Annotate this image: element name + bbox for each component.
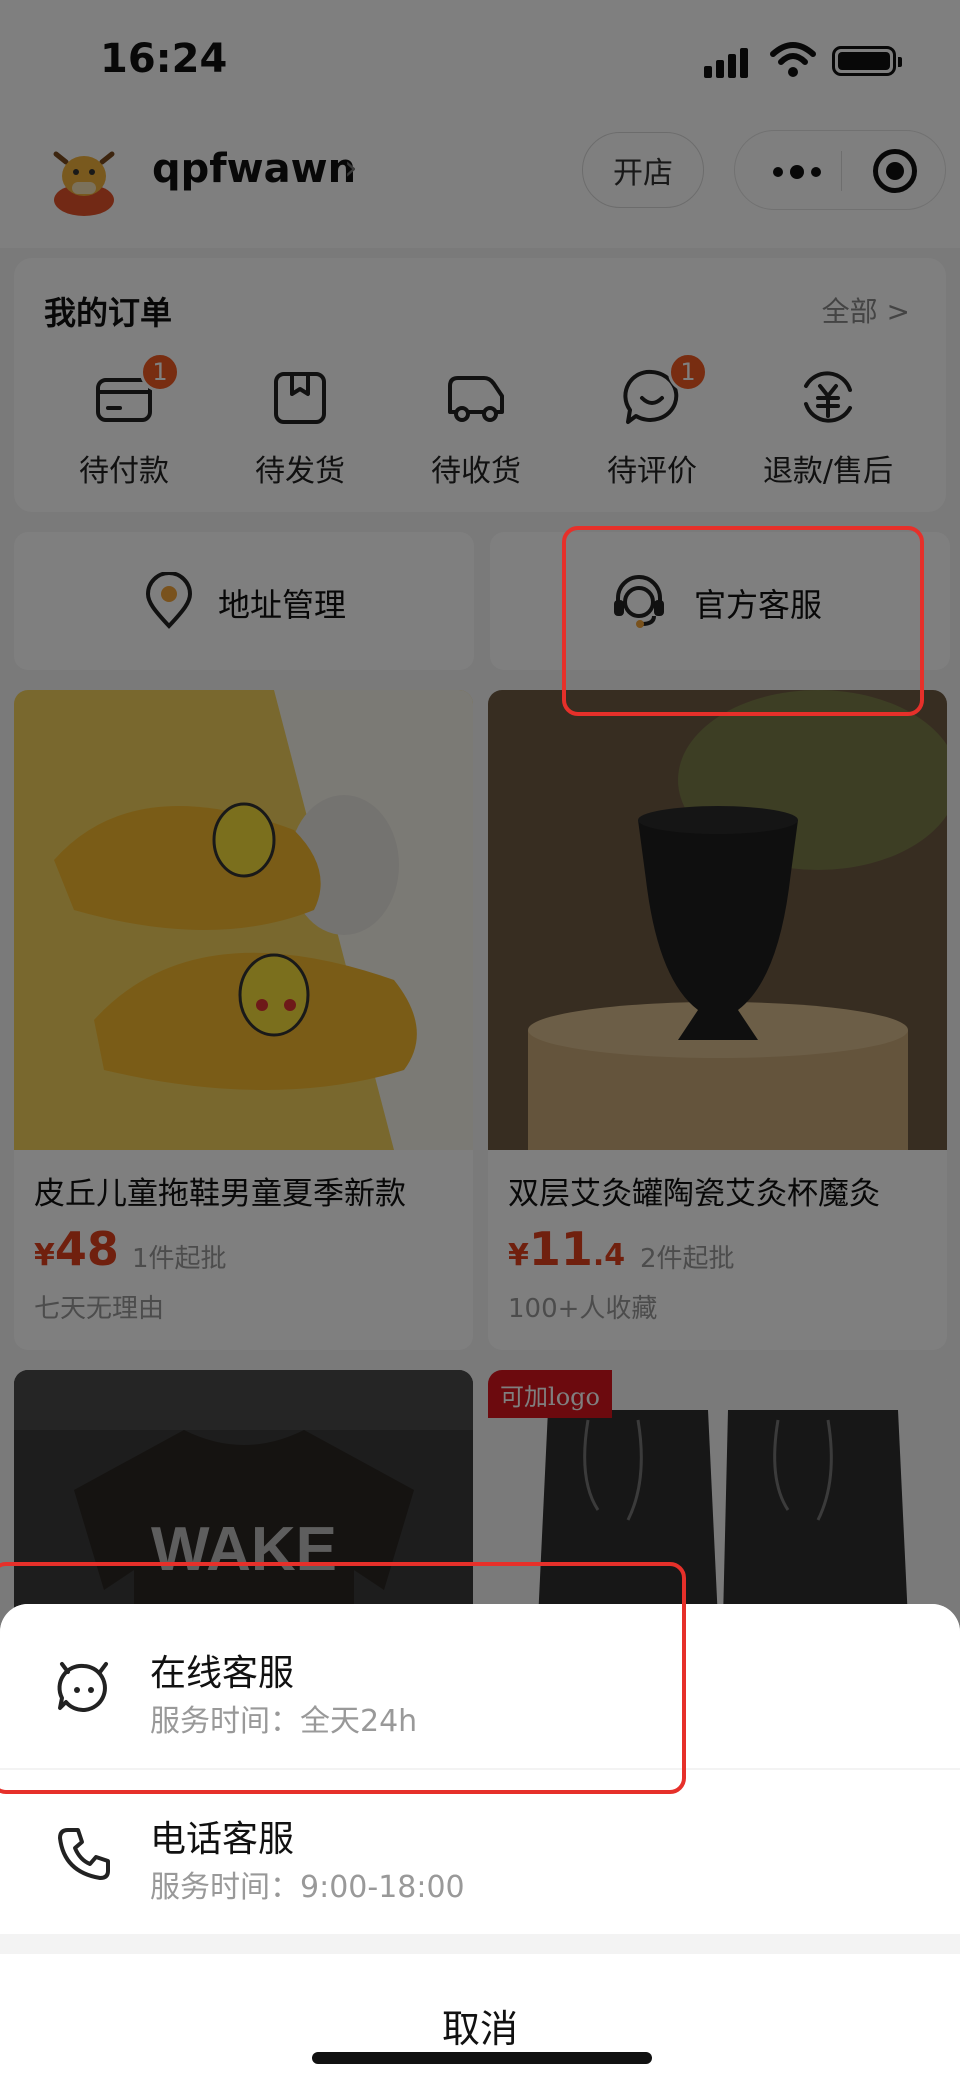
phone-icon	[58, 1828, 110, 1880]
highlight-box-customer-service	[562, 526, 924, 716]
cancel-label: 取消	[441, 2007, 518, 2051]
home-indicator	[312, 2052, 652, 2064]
phone-customer-service-option[interactable]: 电话客服 服务时间：9:00-18:00	[0, 1770, 960, 1934]
phone-service-hours: 服务时间：9:00-18:00	[150, 1870, 465, 1905]
highlight-box-online-service	[0, 1562, 686, 1794]
cancel-button[interactable]: 取消	[0, 1954, 960, 2089]
phone-service-title: 电话客服	[150, 1819, 295, 1860]
